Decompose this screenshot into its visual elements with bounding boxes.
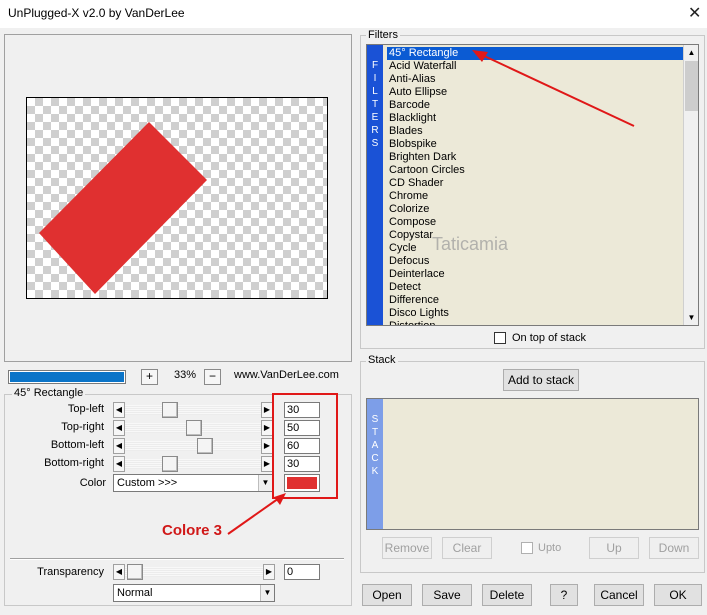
on-top-of-stack-label: On top of stack (512, 332, 586, 344)
scroll-down-icon[interactable]: ▼ (684, 310, 698, 325)
annotation-arrow-filters (472, 50, 635, 127)
top-left-decrease-arrow[interactable]: ◀ (113, 402, 125, 418)
add-to-stack-button[interactable]: Add to stack (503, 369, 579, 391)
window-title: UnPlugged-X v2.0 by VanDerLee (8, 6, 185, 20)
side-letter: K (371, 466, 379, 477)
color-label: Color (79, 477, 106, 489)
up-button[interactable]: Up (589, 537, 639, 559)
on-top-of-stack-checkbox[interactable] (494, 332, 506, 344)
bottom-right-label: Bottom-right (44, 457, 104, 469)
filter-item[interactable]: Cartoon Circles (387, 164, 683, 177)
bottom-left-slider-thumb[interactable] (197, 438, 213, 454)
filter-item[interactable]: Disco Lights (387, 307, 683, 320)
filter-item[interactable]: Compose (387, 216, 683, 229)
top-right-slider[interactable]: ◀ ▶ (113, 420, 273, 436)
ok-button[interactable]: OK (654, 584, 702, 606)
filter-item[interactable]: Colorize (387, 203, 683, 216)
transparency-increase-arrow[interactable]: ▶ (263, 564, 275, 580)
down-button[interactable]: Down (649, 537, 699, 559)
top-right-decrease-arrow[interactable]: ◀ (113, 420, 125, 436)
chevron-down-icon[interactable]: ▼ (258, 475, 272, 491)
bottom-right-slider[interactable]: ◀ ▶ (113, 456, 273, 472)
filters-scrollbar[interactable]: ▲ ▼ (683, 45, 698, 325)
filter-item[interactable]: Chrome (387, 190, 683, 203)
filter-item[interactable]: Defocus (387, 255, 683, 268)
filter-item[interactable]: Distortion (387, 320, 683, 325)
clear-button[interactable]: Clear (442, 537, 492, 559)
transparency-slider[interactable]: ◀ ▶ (113, 564, 275, 580)
top-left-slider-thumb[interactable] (162, 402, 178, 418)
blend-mode-dropdown[interactable]: Normal ▼ (113, 584, 275, 602)
transparency-slider-thumb[interactable] (127, 564, 143, 580)
zoom-level: 33% (173, 369, 197, 381)
side-letter: T (371, 427, 379, 438)
annotation-highlight-box (272, 393, 338, 499)
bottom-left-label: Bottom-left (50, 439, 104, 451)
progress-bar (8, 370, 126, 384)
red-rectangle-shape (39, 122, 207, 294)
chevron-down-icon[interactable]: ▼ (260, 585, 274, 601)
annotation-label: Colore 3 (162, 522, 223, 539)
top-left-label: Top-left (67, 403, 104, 415)
open-button[interactable]: Open (362, 584, 412, 606)
upto-label: Upto (538, 542, 562, 554)
color-dropdown-value: Custom >>> (117, 477, 178, 489)
delete-button[interactable]: Delete (482, 584, 532, 606)
parameters-group-label: 45° Rectangle (12, 387, 86, 399)
top-left-slider[interactable]: ◀ ▶ (113, 402, 273, 418)
side-letter: A (371, 440, 379, 451)
filter-item[interactable]: Detect (387, 281, 683, 294)
filter-item[interactable]: CD Shader (387, 177, 683, 190)
transparency-value[interactable]: 0 (284, 564, 320, 580)
bottom-left-slider[interactable]: ◀ ▶ (113, 438, 273, 454)
zoom-in-button[interactable]: + (141, 369, 158, 385)
filters-group-label: Filters (366, 29, 400, 41)
website-link[interactable]: www.VanDerLee.com (234, 369, 339, 381)
blend-mode-value: Normal (117, 587, 153, 599)
bottom-right-slider-thumb[interactable] (162, 456, 178, 472)
stack-group-label: Stack (366, 354, 398, 366)
bottom-right-decrease-arrow[interactable]: ◀ (113, 456, 125, 472)
filter-item[interactable]: Deinterlace (387, 268, 683, 281)
cancel-button[interactable]: Cancel (594, 584, 644, 606)
upto-checkbox[interactable] (521, 542, 533, 554)
filter-item[interactable]: Blobspike (387, 138, 683, 151)
save-button[interactable]: Save (422, 584, 472, 606)
preview-canvas (26, 97, 328, 299)
watermark-text: Taticamia (432, 234, 509, 254)
scrollbar-thumb[interactable] (685, 61, 698, 111)
preview-shape-svg (39, 122, 207, 294)
zoom-out-button[interactable]: − (204, 369, 221, 385)
remove-button[interactable]: Remove (382, 537, 432, 559)
bottom-left-decrease-arrow[interactable]: ◀ (113, 438, 125, 454)
annotation-arrow (227, 493, 286, 535)
stack-list[interactable]: STACK (366, 398, 699, 530)
close-icon[interactable]: ✕ (688, 3, 701, 23)
help-button[interactable]: ? (550, 584, 578, 606)
transparency-decrease-arrow[interactable]: ◀ (113, 564, 125, 580)
transparency-label: Transparency (37, 566, 104, 578)
filter-item[interactable]: Brighten Dark (387, 151, 683, 164)
top-right-slider-thumb[interactable] (186, 420, 202, 436)
filter-item[interactable]: Difference (387, 294, 683, 307)
side-letter: C (371, 453, 379, 464)
stack-side-letters: STACK (367, 413, 383, 478)
top-right-label: Top-right (61, 421, 104, 433)
scroll-up-icon[interactable]: ▲ (684, 45, 698, 60)
side-letter: S (371, 414, 379, 425)
progress-fill (10, 372, 124, 382)
divider (10, 558, 344, 560)
